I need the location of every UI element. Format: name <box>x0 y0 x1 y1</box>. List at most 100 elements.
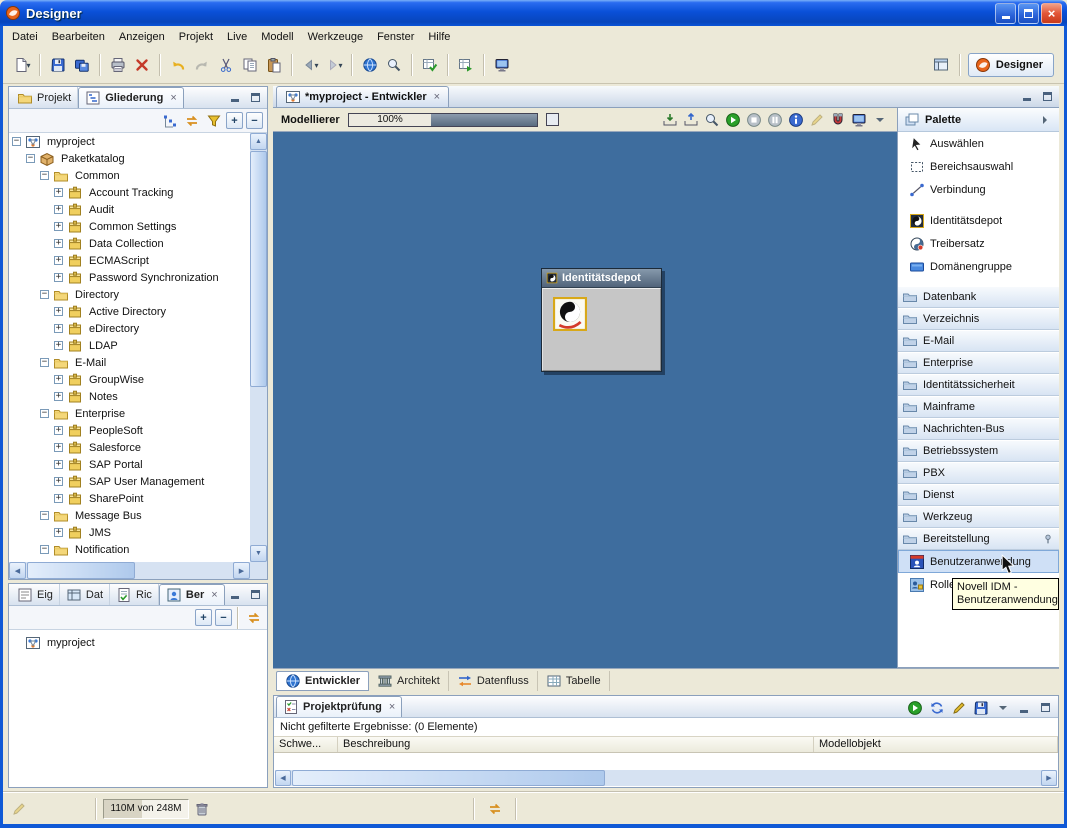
edit-rules-button[interactable] <box>949 698 968 717</box>
menu-werkzeuge[interactable]: Werkzeuge <box>301 28 370 46</box>
palette-drawer-bereitstellung[interactable]: Bereitstellung <box>898 528 1059 550</box>
horizontal-scrollbar[interactable]: ◀ ▶ <box>9 562 250 579</box>
expander-icon[interactable]: − <box>40 545 49 554</box>
expander-icon[interactable]: + <box>54 528 63 537</box>
expander-icon[interactable]: + <box>54 460 63 469</box>
run-validation-button[interactable] <box>905 698 924 717</box>
restore-button[interactable] <box>1018 3 1039 24</box>
tree-item-message-bus[interactable]: −Message Bus <box>10 507 250 524</box>
tree-item-groupwise[interactable]: +GroupWise <box>10 371 250 388</box>
tree-item-notification[interactable]: −Notification <box>10 541 250 558</box>
palette-drawer-verzeichnis[interactable]: Verzeichnis <box>898 308 1059 330</box>
menu-datei[interactable]: Datei <box>5 28 45 46</box>
tree-item-e-mail[interactable]: −E-Mail <box>10 354 250 371</box>
tree-item-data-collection[interactable]: +Data Collection <box>10 235 250 252</box>
tree-item-active-directory[interactable]: +Active Directory <box>10 303 250 320</box>
menu-hilfe[interactable]: Hilfe <box>421 28 457 46</box>
expander-icon[interactable]: + <box>54 239 63 248</box>
close-button[interactable]: × <box>1041 3 1062 24</box>
editor-tab-myproject-entwickler[interactable]: *myproject - Entwickler × <box>276 86 449 107</box>
palette-tool-verbindung[interactable]: Verbindung <box>898 178 1059 201</box>
forward-button[interactable]: ▾ <box>323 54 345 76</box>
designer-perspective-button[interactable]: Designer <box>968 53 1054 77</box>
expand-all-button[interactable]: + <box>195 609 212 626</box>
save-button[interactable] <box>47 54 69 76</box>
tree-item-common[interactable]: −Common <box>10 167 250 184</box>
menu-modell[interactable]: Modell <box>254 28 300 46</box>
minimize-view-button[interactable] <box>226 586 244 602</box>
expander-icon[interactable]: + <box>54 324 63 333</box>
scrollbar-thumb[interactable] <box>27 562 135 579</box>
expander-icon[interactable]: + <box>54 392 63 401</box>
link-with-editor-button[interactable] <box>182 111 201 130</box>
scroll-down-icon[interactable]: ▼ <box>250 545 267 562</box>
start-button[interactable] <box>723 110 742 129</box>
scrollbar-thumb[interactable] <box>292 770 605 786</box>
zoom-reset-button[interactable] <box>546 113 559 126</box>
minimize-button[interactable] <box>995 3 1016 24</box>
minimize-view-button[interactable] <box>226 89 244 105</box>
expander-icon[interactable]: + <box>54 494 63 503</box>
palette-item-dom-nengruppe[interactable]: Domänengruppe <box>898 255 1059 278</box>
tree-item-audit[interactable]: +Audit <box>10 201 250 218</box>
page-tab-architekt[interactable]: Architekt <box>369 671 449 691</box>
menu-live[interactable]: Live <box>220 28 254 46</box>
close-icon[interactable]: × <box>170 92 176 104</box>
view-tab-dat[interactable]: Dat <box>60 584 110 605</box>
scrollbar-thumb[interactable] <box>250 151 267 387</box>
title-bar[interactable]: Designer × <box>0 0 1067 26</box>
print-button[interactable] <box>107 54 129 76</box>
view-tab-eig[interactable]: Eig <box>11 584 60 605</box>
snap-button[interactable] <box>828 110 847 129</box>
back-button[interactable]: ▾ <box>299 54 321 76</box>
expander-icon[interactable]: + <box>54 341 63 350</box>
page-tab-entwickler[interactable]: Entwickler <box>276 671 369 691</box>
run-garbage-collector-button[interactable] <box>192 799 211 818</box>
palette-drawer-e-mail[interactable]: E-Mail <box>898 330 1059 352</box>
pause-button[interactable] <box>765 110 784 129</box>
export-layout-button[interactable] <box>681 110 700 129</box>
browse-button[interactable] <box>359 54 381 76</box>
expander-icon[interactable]: − <box>40 290 49 299</box>
palette-drawer-enterprise[interactable]: Enterprise <box>898 352 1059 374</box>
drawer-pin-icon[interactable] <box>1041 532 1055 546</box>
expander-icon[interactable]: − <box>40 409 49 418</box>
modeler-canvas[interactable]: Identitätsdepot <box>273 132 897 668</box>
tree-item-password-synchronization[interactable]: +Password Synchronization <box>10 269 250 286</box>
tip-button[interactable] <box>485 799 504 818</box>
tree-item-account-tracking[interactable]: +Account Tracking <box>10 184 250 201</box>
scroll-right-icon[interactable]: ▶ <box>233 562 250 579</box>
view-tab-ric[interactable]: Ric <box>110 584 159 605</box>
scroll-up-icon[interactable]: ▲ <box>250 133 267 150</box>
tree-item-enterprise[interactable]: −Enterprise <box>10 405 250 422</box>
edit-mode-button[interactable] <box>807 110 826 129</box>
palette-header[interactable]: Palette <box>898 108 1059 132</box>
tree-item-peoplesoft[interactable]: +PeopleSoft <box>10 422 250 439</box>
menu-projekt[interactable]: Projekt <box>172 28 220 46</box>
palette-drawer-nachrichten-bus[interactable]: Nachrichten-Bus <box>898 418 1059 440</box>
view-tab-ber[interactable]: Ber× <box>159 584 225 605</box>
view-tab-projekt[interactable]: Projekt <box>11 87 78 108</box>
deploy-model-button[interactable] <box>455 54 477 76</box>
expand-all-button[interactable]: + <box>226 112 243 129</box>
close-icon[interactable]: × <box>211 589 217 601</box>
maximize-view-button[interactable] <box>246 586 264 602</box>
horizontal-scrollbar[interactable]: ◀ ▶ <box>275 770 1057 786</box>
new-button[interactable]: ▾ <box>11 54 33 76</box>
view-tab-gliederung[interactable]: Gliederung× <box>78 87 184 108</box>
palette-tool-ausw-hlen[interactable]: Auswählen <box>898 132 1059 155</box>
tree-item-ldap[interactable]: +LDAP <box>10 337 250 354</box>
minimize-editor-button[interactable] <box>1018 88 1036 104</box>
copy-button[interactable] <box>239 54 261 76</box>
view-menu-button[interactable] <box>993 698 1012 717</box>
expander-icon[interactable]: + <box>54 375 63 384</box>
scroll-right-icon[interactable]: ▶ <box>1041 770 1057 786</box>
column-header-beschreibung[interactable]: Beschreibung <box>338 737 814 752</box>
tree-item-myproject[interactable]: −myproject <box>10 133 250 150</box>
tree-item-myproject[interactable]: myproject <box>10 634 266 651</box>
minimize-view-button[interactable] <box>1015 700 1033 716</box>
cut-button[interactable] <box>215 54 237 76</box>
palette-drawer-identit-tssicherheit[interactable]: Identitätssicherheit <box>898 374 1059 396</box>
scroll-left-icon[interactable]: ◀ <box>9 562 26 579</box>
palette-item-benutzeranwendung[interactable]: Benutzeranwendung <box>898 550 1059 573</box>
